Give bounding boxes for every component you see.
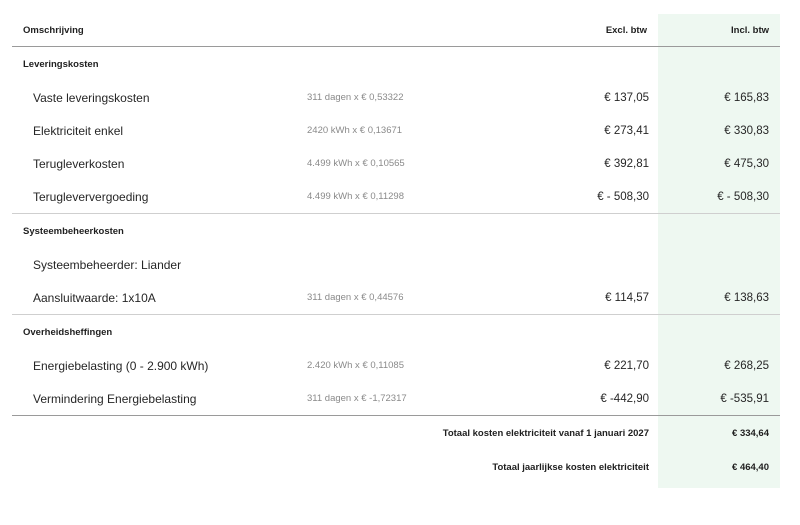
total-value-yearly: € 464,40 [732, 461, 769, 473]
row-description: Aansluitwaarde: 1x10A [33, 290, 156, 305]
row-incl-amount: € 138,63 [724, 291, 769, 304]
row-excl-amount: € 273,41 [604, 124, 649, 137]
total-row: Totaal jaarlijkse kosten elektriciteit €… [12, 450, 780, 484]
total-value-from-date: € 334,64 [658, 415, 780, 450]
header-incl-btw: Incl. btw [658, 14, 780, 47]
table-header: Omschrijving Excl. btw Incl. btw [12, 14, 780, 47]
row-description: Vaste leveringskosten [33, 90, 150, 105]
row-excl-amount [513, 248, 658, 281]
row-incl-amount: € 475,30 [724, 157, 769, 170]
section-header: Leveringskosten [12, 47, 780, 82]
total-row: Totaal kosten elektriciteit vanaf 1 janu… [12, 415, 780, 450]
header-excl-btw: Excl. btw [513, 14, 658, 47]
row-incl-amount: € - 508,30 [717, 190, 769, 203]
row-excl-amount: € 137,05 [604, 91, 649, 104]
row-incl-amount: € 330,83 [724, 124, 769, 137]
row-calculation: 2.420 kWh x € 0,11085 [307, 360, 404, 371]
row-incl-amount: € 268,25 [724, 359, 769, 372]
row-description: Energiebelasting (0 - 2.900 kWh) [33, 358, 209, 373]
row-incl-amount: € 165,83 [724, 91, 769, 104]
table-row: Vermindering Energiebelasting 311 dagen … [12, 382, 780, 416]
table-row: Systeembeheerder: Liander [12, 248, 780, 281]
header-calc-spacer [307, 14, 513, 47]
row-excl-amount: € 221,70 [604, 359, 649, 372]
row-calculation: 311 dagen x € 0,44576 [307, 292, 404, 303]
total-label-from-date: Totaal kosten elektriciteit vanaf 1 janu… [12, 415, 658, 450]
table-row: Terugleverkosten 4.499 kWh x € 0,10565 €… [12, 147, 780, 180]
section-header: Systeembeheerkosten [12, 213, 780, 248]
header-description: Omschrijving [12, 14, 307, 47]
row-calculation: 311 dagen x € -1,72317 [307, 393, 407, 404]
row-excl-amount: € -442,90 [600, 392, 649, 405]
section-header: Overheidsheffingen [12, 314, 780, 349]
cost-breakdown: Omschrijving Excl. btw Incl. btw Leverin… [12, 14, 780, 488]
row-excl-amount: € 114,57 [605, 291, 649, 304]
table-row: Vaste leveringskosten 311 dagen x € 0,53… [12, 81, 780, 114]
row-description: Vermindering Energiebelasting [33, 391, 197, 406]
row-description: Terugleverkosten [33, 156, 125, 171]
row-excl-amount: € 392,81 [604, 157, 649, 170]
total-label-yearly: Totaal jaarlijkse kosten elektriciteit [492, 461, 649, 473]
table-row: Energiebelasting (0 - 2.900 kWh) 2.420 k… [12, 349, 780, 382]
row-calculation: 2420 kWh x € 0,13671 [307, 125, 403, 136]
table-row: Terugleververgoeding 4.499 kWh x € 0,112… [12, 180, 780, 214]
row-calculation [307, 248, 513, 281]
section-title-overheidsheffingen: Overheidsheffingen [12, 314, 780, 349]
section-title-leveringskosten: Leveringskosten [23, 58, 99, 70]
table-row: Aansluitwaarde: 1x10A 311 dagen x € 0,44… [12, 281, 780, 315]
cost-table: Omschrijving Excl. btw Incl. btw Leverin… [12, 14, 780, 484]
row-calculation: 4.499 kWh x € 0,10565 [307, 158, 405, 169]
section-title-systeembeheerkosten: Systeembeheerkosten [12, 213, 780, 248]
row-excl-amount: € - 508,30 [597, 190, 649, 203]
row-incl-amount [658, 248, 780, 281]
row-incl-amount: € -535,91 [720, 392, 769, 405]
row-description: Systeembeheerder: Liander [33, 257, 182, 272]
row-description: Terugleververgoeding [33, 189, 149, 204]
row-calculation: 4.499 kWh x € 0,11298 [307, 191, 404, 202]
row-description: Elektriciteit enkel [33, 123, 124, 138]
table-row: Elektriciteit enkel 2420 kWh x € 0,13671… [12, 114, 780, 147]
row-calculation: 311 dagen x € 0,53322 [307, 92, 404, 103]
